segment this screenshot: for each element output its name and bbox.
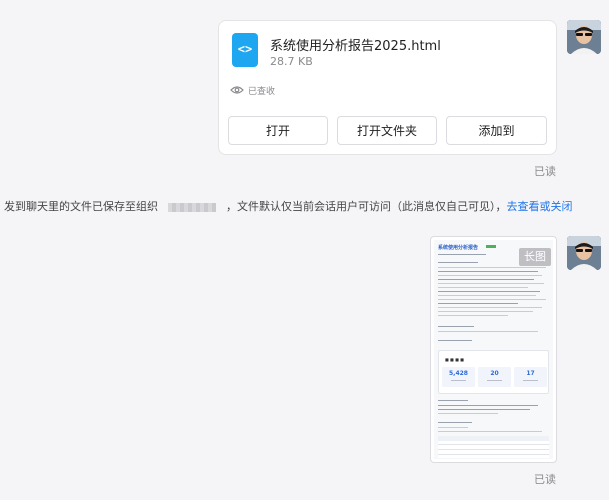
received-status: 已查收 <box>230 83 275 97</box>
long-screenshot-image[interactable]: 系统使用分析报告 ■ ■ ■ ■ 5,428 20 17 长图 <box>430 236 557 463</box>
preview-table <box>438 436 549 458</box>
preview-title: 系统使用分析报告 <box>438 245 479 251</box>
organization-name-redacted <box>168 202 216 212</box>
preview-stats-card: ■ ■ ■ ■ 5,428 20 17 <box>438 350 549 394</box>
user-avatar[interactable] <box>567 20 601 54</box>
read-status: 已读 <box>534 473 556 486</box>
html-code-file-icon: <> <box>232 33 258 67</box>
eye-icon <box>230 86 244 94</box>
report-preview: 系统使用分析报告 ■ ■ ■ ■ 5,428 20 17 <box>434 240 553 459</box>
open-folder-button[interactable]: 打开文件夹 <box>337 116 437 145</box>
system-notice: 发到聊天里的文件已保存至组织 ，文件默认仅当前会话用户可访问（此消息仅自己可见），… <box>4 198 573 214</box>
file-message-card[interactable]: <> 系统使用分析报告2025.html 28.7 KB 已查收 打开 打开文件… <box>218 20 557 155</box>
user-avatar[interactable] <box>567 236 601 270</box>
file-size: 28.7 KB <box>270 55 313 68</box>
notice-text-start: 发到聊天里的文件已保存至组织 <box>4 200 158 213</box>
file-name[interactable]: 系统使用分析报告2025.html <box>270 35 441 54</box>
long-image-badge: 长图 <box>519 248 551 266</box>
notice-text-end: ，文件默认仅当前会话用户可访问（此消息仅自己可见）， <box>226 200 507 213</box>
received-status-label: 已查收 <box>248 86 276 97</box>
preview-stat-value: 5,428 <box>449 370 468 377</box>
add-to-button[interactable]: 添加到 <box>446 116 547 145</box>
read-status: 已读 <box>534 165 556 178</box>
view-or-close-link[interactable]: 去查看或关闭 <box>507 200 573 213</box>
preview-tag <box>486 245 496 248</box>
open-button[interactable]: 打开 <box>228 116 328 145</box>
preview-stat-value: 20 <box>490 370 499 377</box>
preview-stat-value: 17 <box>526 370 535 377</box>
